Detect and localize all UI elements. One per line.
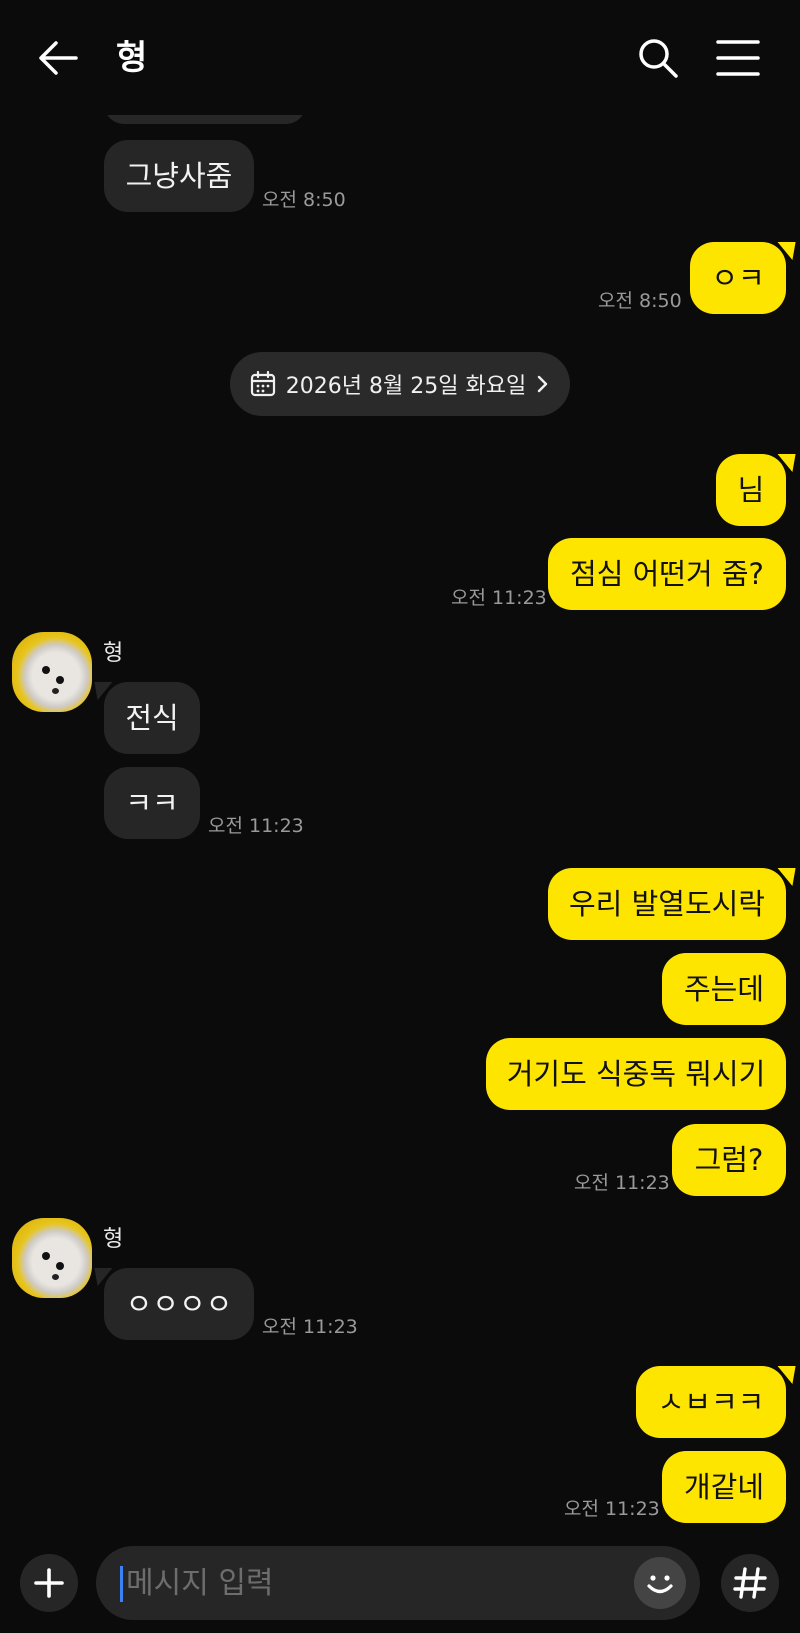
message-time: 오전 8:50: [598, 290, 682, 312]
message-time: 오전 11:23: [574, 1172, 670, 1194]
message-input[interactable]: [126, 1546, 606, 1620]
message-time: 오전 11:23: [262, 1316, 358, 1338]
avatar[interactable]: [12, 1218, 92, 1298]
message-composer: [0, 1540, 800, 1633]
message-bubble-outgoing[interactable]: 거기도 식중독 뭐시기: [486, 1038, 786, 1110]
message-bubble-outgoing[interactable]: 님: [716, 454, 786, 526]
search-button[interactable]: [634, 34, 682, 82]
chevron-right-icon: [538, 375, 548, 393]
back-arrow-icon: [39, 41, 78, 75]
message-bubble-incoming[interactable]: 그냥사줌: [104, 140, 254, 212]
sender-name: 형: [103, 1227, 124, 1252]
message-bubble-incoming[interactable]: 전식: [104, 682, 200, 754]
emoji-icon: [647, 1575, 673, 1594]
date-divider[interactable]: 2026년 8월 25일 화요일: [230, 352, 570, 416]
message-time: 오전 8:50: [262, 189, 346, 211]
avatar[interactable]: [12, 632, 92, 712]
chat-title: 형: [116, 38, 148, 78]
message-time: 오전 11:23: [208, 815, 304, 837]
message-time: 오전 11:23: [451, 587, 547, 609]
search-icon: [639, 39, 678, 78]
chat-header: 형: [0, 0, 800, 115]
message-time: 오전 11:23: [564, 1498, 660, 1520]
hash-icon: [733, 1567, 767, 1599]
date-divider-label: 2026년 8월 25일 화요일: [285, 374, 527, 399]
message-bubble-outgoing[interactable]: 개같네: [662, 1451, 786, 1523]
message-bubble-outgoing[interactable]: 우리 발열도시락: [548, 868, 786, 940]
plus-icon: [34, 1568, 64, 1598]
message-bubble-outgoing[interactable]: 주는데: [662, 953, 786, 1025]
sender-name: 형: [103, 641, 124, 666]
message-bubble-outgoing[interactable]: ㅅㅂㅋㅋ: [636, 1366, 786, 1438]
calendar-icon: [250, 371, 275, 397]
message-input-wrapper[interactable]: [96, 1546, 700, 1620]
message-bubble-incoming[interactable]: ㅇㅇㅇㅇ: [104, 1268, 254, 1340]
text-caret: [120, 1566, 123, 1602]
message-bubble-outgoing[interactable]: 점심 어떤거 줌?: [548, 538, 786, 610]
attach-button[interactable]: [20, 1554, 78, 1612]
emoji-button[interactable]: [634, 1557, 686, 1609]
message-bubble-outgoing[interactable]: ㅇㅋ: [690, 242, 786, 314]
menu-icon: [716, 40, 760, 76]
back-button[interactable]: [34, 34, 82, 82]
message-bubble-incoming[interactable]: ㅋㅋ: [104, 767, 200, 839]
message-bubble-outgoing[interactable]: 그럼?: [672, 1124, 786, 1196]
hashtag-button[interactable]: [721, 1554, 779, 1612]
menu-button[interactable]: [714, 36, 762, 80]
